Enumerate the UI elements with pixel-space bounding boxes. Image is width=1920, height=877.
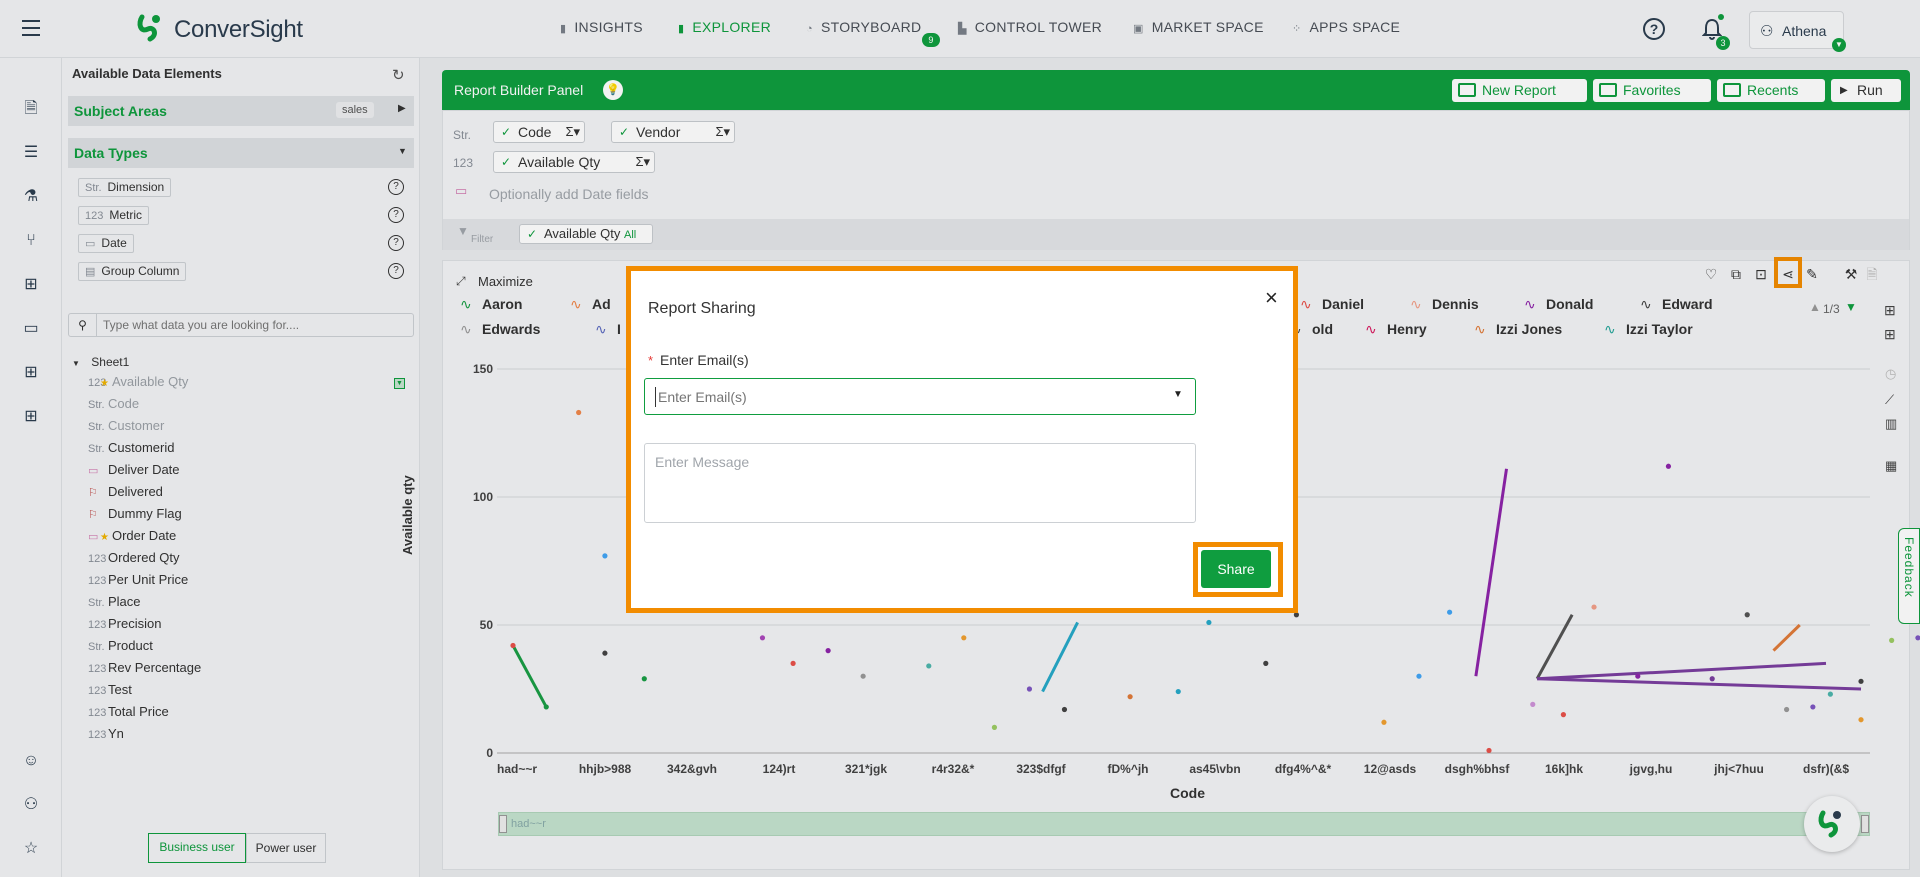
close-icon[interactable]: × (1265, 285, 1278, 311)
email-input[interactable] (655, 387, 1155, 407)
email-label: Enter Email(s) (660, 352, 749, 368)
email-required-mark: * (648, 353, 654, 368)
report-sharing-modal: Report Sharing × * Enter Email(s) ▼ Shar… (626, 266, 1298, 613)
share-button[interactable]: Share (1201, 550, 1271, 588)
modal-title: Report Sharing (648, 300, 756, 317)
email-select[interactable]: ▼ (644, 378, 1196, 415)
email-dropdown-icon[interactable]: ▼ (1173, 389, 1183, 400)
share-button-highlight: Share (1193, 542, 1283, 597)
message-textarea[interactable] (644, 443, 1196, 523)
